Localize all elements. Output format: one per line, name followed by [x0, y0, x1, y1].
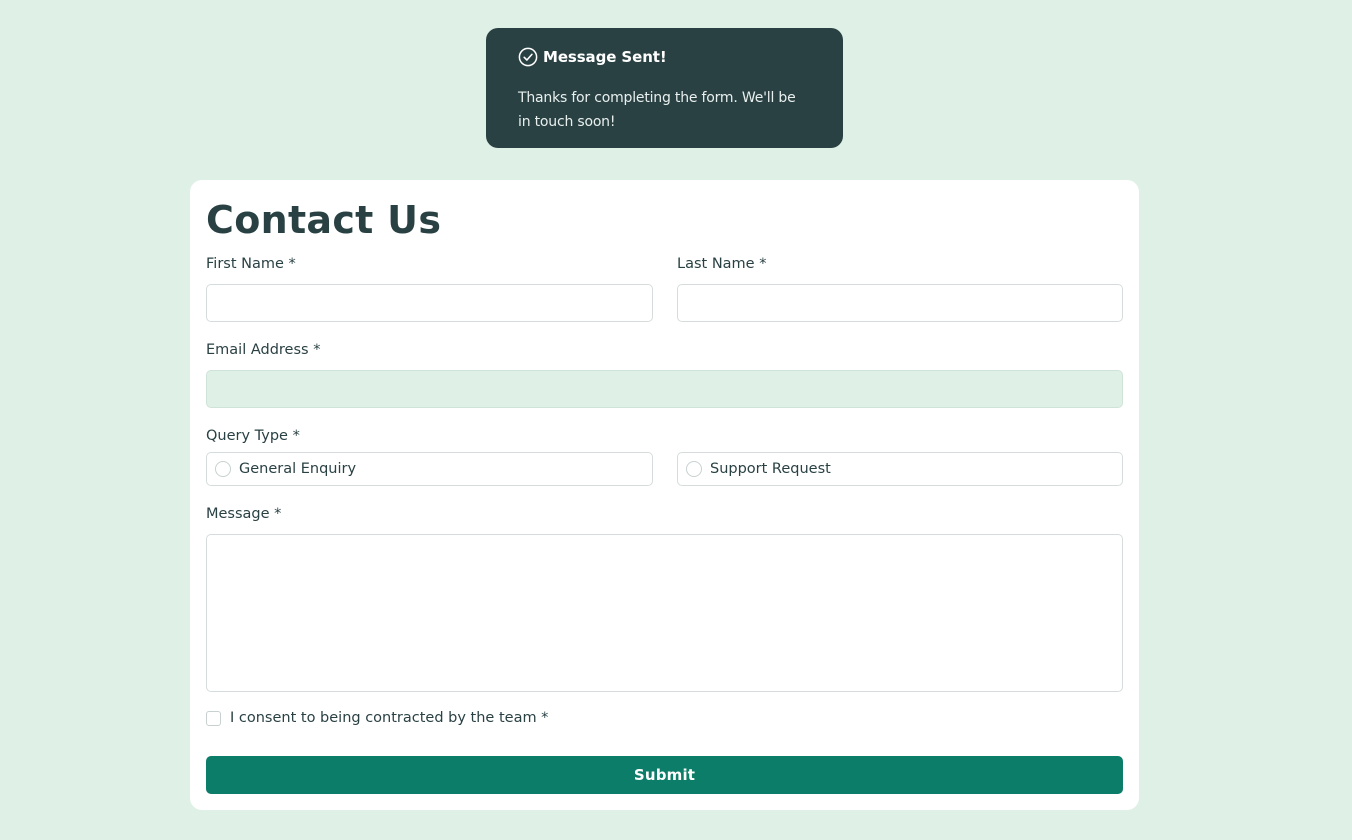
- radio-support-request[interactable]: Support Request: [677, 452, 1123, 486]
- radio-button[interactable]: [686, 461, 702, 477]
- radio-label: General Enquiry: [239, 461, 357, 477]
- page-title: Contact Us: [206, 198, 442, 242]
- email-field[interactable]: [206, 370, 1123, 408]
- consent-row: I consent to being contracted by the tea…: [206, 710, 548, 726]
- toast-header: Message Sent!: [518, 46, 811, 68]
- message-label: Message *: [206, 506, 282, 522]
- radio-label: Support Request: [710, 461, 831, 477]
- radio-general-enquiry[interactable]: General Enquiry: [206, 452, 653, 486]
- submit-button[interactable]: Submit: [206, 756, 1123, 794]
- email-label: Email Address *: [206, 342, 321, 358]
- success-toast: Message Sent! Thanks for completing the …: [486, 28, 843, 148]
- toast-title: Message Sent!: [543, 48, 667, 66]
- check-circle-icon: [518, 47, 538, 67]
- page: Message Sent! Thanks for completing the …: [0, 0, 1352, 840]
- contact-form-card: Contact Us First Name * Last Name * Emai…: [190, 180, 1139, 810]
- consent-checkbox[interactable]: [206, 710, 221, 726]
- first-name-label: First Name *: [206, 256, 296, 272]
- last-name-field[interactable]: [677, 284, 1123, 322]
- toast-message: Thanks for completing the form. We'll be…: [518, 90, 796, 130]
- first-name-field[interactable]: [206, 284, 653, 322]
- last-name-label: Last Name *: [677, 256, 767, 272]
- radio-button[interactable]: [215, 461, 231, 477]
- message-textarea[interactable]: [206, 534, 1123, 692]
- consent-label: I consent to being contracted by the tea…: [230, 710, 549, 726]
- query-type-label: Query Type *: [206, 428, 300, 444]
